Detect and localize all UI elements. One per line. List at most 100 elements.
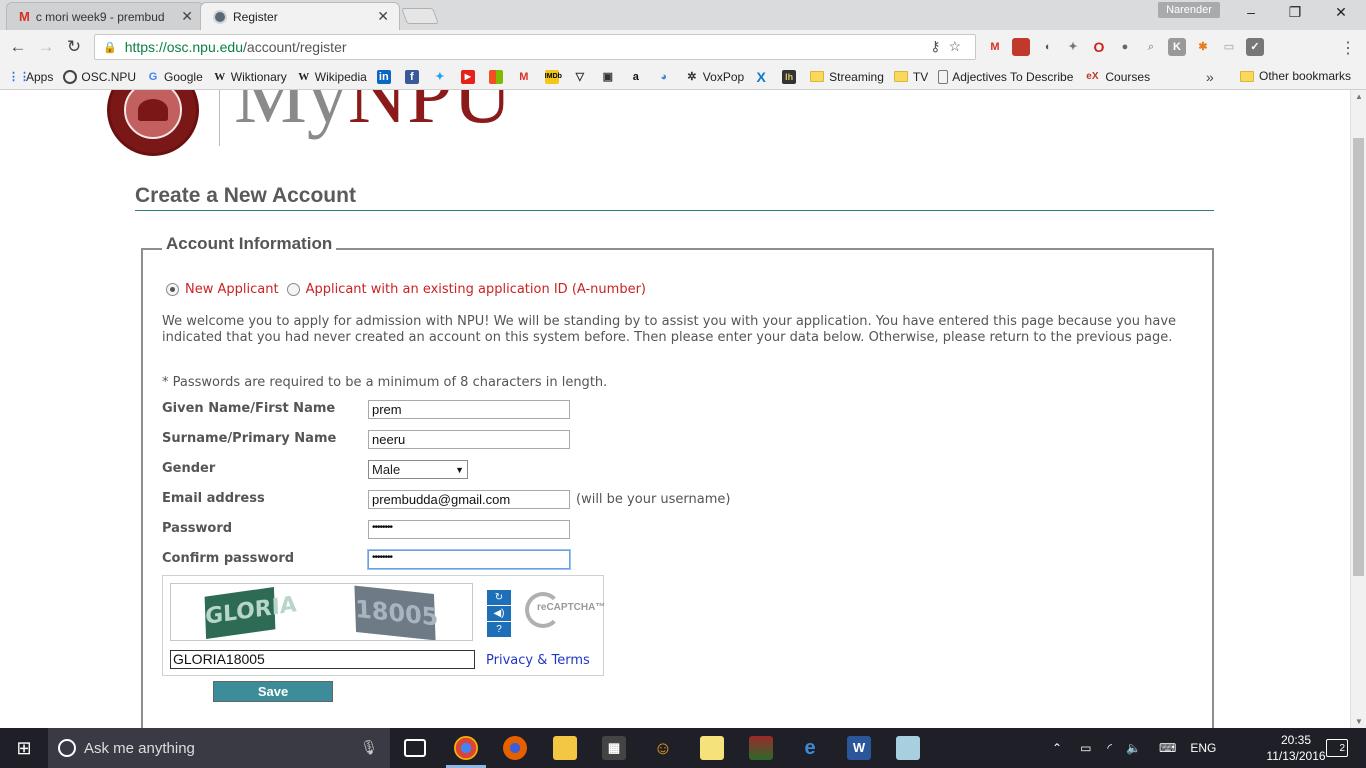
notification-center-icon[interactable]: 2	[1326, 739, 1348, 757]
clock[interactable]: 20:35 11/13/2016	[1264, 732, 1328, 764]
chrome-icon[interactable]	[454, 736, 478, 760]
page-scrollbar[interactable]: ▲ ▼	[1350, 90, 1366, 728]
keyboard-icon[interactable]: ⌨	[1159, 741, 1176, 755]
task-view-icon[interactable]	[404, 739, 426, 757]
restore-icon[interactable]: ❐	[1272, 4, 1318, 21]
bookmark-imdb[interactable]: IMDb	[544, 69, 563, 84]
bookmark-edge[interactable]: ◕	[657, 70, 675, 84]
bookmark-apps[interactable]: ⋮⋮ Apps	[8, 70, 53, 84]
word-icon[interactable]: W	[847, 736, 871, 760]
password-input[interactable]: ••••••••	[368, 520, 570, 539]
cortana-search-box[interactable]: Ask me anything 🎙	[48, 728, 390, 768]
bookmark-label: Wiktionary	[230, 69, 287, 84]
bookmark-adjectives[interactable]: Adjectives To Describe	[938, 69, 1073, 84]
bookmark-streaming[interactable]: Streaming	[810, 70, 884, 84]
chevron-right-icon[interactable]: »	[1206, 69, 1214, 85]
star-icon[interactable]: ⚷☆	[930, 38, 969, 55]
captcha-response-input[interactable]: GLORIA18005	[170, 650, 475, 669]
bookmark-ext-icon[interactable]	[1012, 38, 1030, 56]
bookmark-shop[interactable]: ▣	[601, 70, 619, 84]
volume-icon[interactable]: 🔈	[1126, 741, 1141, 755]
scroll-thumb[interactable]	[1353, 138, 1364, 576]
page-icon	[938, 69, 949, 84]
opera-ext-icon[interactable]: O	[1090, 38, 1108, 56]
forward-icon[interactable]: →	[34, 36, 58, 58]
minimize-icon[interactable]: –	[1228, 4, 1274, 20]
bookmark-gmail[interactable]: M	[517, 70, 535, 84]
bookmark-other[interactable]: Other bookmarks	[1240, 69, 1351, 83]
privacy-terms-link[interactable]: Privacy & Terms	[486, 653, 590, 668]
nav-ext-icon[interactable]: ▭	[1220, 38, 1238, 56]
radio-new-label[interactable]: New Applicant	[185, 282, 279, 297]
menu-icon[interactable]: ⋮	[1340, 38, 1356, 58]
address-bar[interactable]: 🔒 https://osc.npu.edu /account/register …	[94, 34, 976, 60]
back-icon[interactable]: ←	[6, 36, 30, 58]
bookmark-microsoft[interactable]	[488, 69, 507, 84]
close-icon[interactable]: ✕	[377, 8, 389, 25]
close-icon[interactable]: ✕	[181, 8, 193, 25]
smiley-app-icon[interactable]: ☺	[651, 736, 675, 760]
snipping-tool-icon[interactable]	[896, 736, 920, 760]
reload-icon[interactable]: ↻	[62, 36, 86, 58]
bookmark-x[interactable]: X	[754, 70, 772, 84]
sticky-notes-icon[interactable]	[700, 736, 724, 760]
bookmark-twitter[interactable]: ✦	[433, 70, 451, 84]
radio-existing-label[interactable]: Applicant with an existing application I…	[306, 282, 646, 297]
puzzle-ext-icon[interactable]: ✦	[1064, 38, 1082, 56]
tab-register[interactable]: Register ✕	[200, 2, 400, 30]
bookmark-courses[interactable]: eX Courses	[1083, 70, 1150, 84]
calculator-icon[interactable]: ▦	[602, 736, 626, 760]
bookmark-wiktionary[interactable]: W Wiktionary	[213, 70, 287, 84]
bookmark-vector[interactable]: ▽	[573, 70, 591, 84]
file-explorer-icon[interactable]	[553, 736, 577, 760]
profile-button[interactable]: Narender	[1158, 2, 1220, 18]
search-ext-icon[interactable]: ⌕	[1142, 38, 1160, 56]
scroll-up-icon[interactable]: ▲	[1351, 92, 1366, 101]
save-button[interactable]: Save	[213, 681, 333, 702]
bookmark-lh[interactable]: lh	[782, 69, 800, 84]
notification-count: 2	[1339, 743, 1345, 754]
window-close-icon[interactable]: ✕	[1318, 4, 1364, 21]
new-tab-button[interactable]	[401, 8, 439, 24]
bookmark-facebook[interactable]: f	[404, 69, 423, 84]
firefox-icon[interactable]	[503, 736, 527, 760]
battery-icon[interactable]: ▭	[1080, 741, 1091, 755]
chevron-up-icon[interactable]: ⌃	[1052, 741, 1062, 755]
bookmark-osc-npu[interactable]: OSC.NPU	[63, 69, 136, 84]
pocket-ext-icon[interactable]: ✓	[1246, 38, 1264, 56]
voxpop-icon: ✲	[687, 70, 697, 83]
surname-input[interactable]: neeru	[368, 430, 570, 449]
bookmark-amazon[interactable]: a	[629, 70, 647, 84]
first-name-input[interactable]: prem	[368, 400, 570, 419]
radio-new-applicant[interactable]	[166, 283, 179, 296]
language-indicator[interactable]: ENG	[1190, 741, 1216, 755]
bookmark-voxpop[interactable]: ✲ VoxPop	[685, 70, 744, 84]
winrar-icon[interactable]	[749, 736, 773, 760]
bookmark-linkedin[interactable]: in	[376, 69, 395, 84]
audio-ext-icon[interactable]: ◖	[1038, 38, 1056, 56]
radio-existing-applicant[interactable]	[286, 283, 300, 296]
refresh-icon[interactable]: ↻	[487, 590, 511, 605]
windows-start-icon[interactable]: ⊞	[0, 728, 48, 768]
audio-icon[interactable]: ◀)	[487, 606, 511, 621]
edge-icon[interactable]: e	[798, 736, 822, 760]
scroll-down-icon[interactable]: ▼	[1351, 717, 1366, 726]
k-ext-icon[interactable]: K	[1168, 38, 1186, 56]
tab-gmail[interactable]: M c mori week9 - prembud ✕	[6, 2, 204, 30]
bulb-ext-icon[interactable]: ●	[1116, 38, 1134, 56]
wifi-icon[interactable]: ◜	[1107, 741, 1112, 755]
confirm-password-input[interactable]: ••••••••	[368, 550, 570, 569]
gender-select[interactable]: Male ▼	[368, 460, 468, 479]
logo-divider	[219, 90, 220, 146]
microphone-icon[interactable]: 🎙	[360, 739, 378, 756]
bookmark-wikipedia[interactable]: W Wikipedia	[297, 70, 367, 84]
bookmark-tv[interactable]: TV	[893, 70, 928, 84]
gmail-ext-icon[interactable]: M	[986, 38, 1004, 56]
star-ext-icon[interactable]: ✱	[1194, 38, 1212, 56]
bookmark-youtube[interactable]: ▶	[460, 69, 479, 84]
email-input[interactable]: prembudda@gmail.com	[368, 490, 570, 509]
help-icon[interactable]: ?	[487, 622, 511, 637]
recaptcha-brand: reCAPTCHA™	[537, 602, 606, 613]
bookmark-google[interactable]: G Google	[146, 70, 203, 84]
clock-date: 11/13/2016	[1266, 749, 1326, 763]
